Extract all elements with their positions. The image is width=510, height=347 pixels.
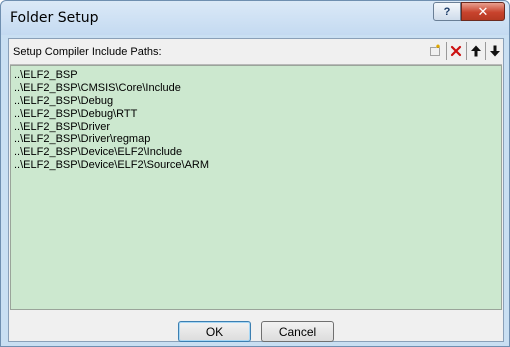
delete-icon[interactable] (446, 42, 464, 60)
folder-setup-dialog: Folder Setup ? ✕ Setup Compiler Include … (0, 0, 510, 347)
title-bar[interactable]: Folder Setup ? ✕ (1, 1, 509, 35)
dialog-client-area: Setup Compiler Include Paths: ..\ELF2_BS… (8, 38, 504, 342)
list-item[interactable]: ..\ELF2_BSP\Device\ELF2\Source\ARM (11, 159, 501, 172)
window-title: Folder Setup (10, 10, 99, 26)
new-folder-icon[interactable] (426, 42, 444, 60)
cancel-button[interactable]: Cancel (261, 321, 334, 342)
list-item[interactable]: ..\ELF2_BSP\CMSIS\Core\Include (11, 82, 501, 95)
button-bar: OK Cancel (9, 311, 503, 342)
list-item[interactable]: ..\ELF2_BSP (11, 69, 501, 82)
include-paths-list[interactable]: ..\ELF2_BSP ..\ELF2_BSP\CMSIS\Core\Inclu… (10, 65, 502, 310)
list-item[interactable]: ..\ELF2_BSP\Driver (11, 121, 501, 134)
ok-button[interactable]: OK (178, 321, 251, 342)
list-header: Setup Compiler Include Paths: (10, 40, 502, 65)
close-button[interactable]: ✕ (461, 2, 505, 21)
list-item[interactable]: ..\ELF2_BSP\Device\ELF2\Include (11, 146, 501, 159)
list-item[interactable]: ..\ELF2_BSP\Driver\regmap (11, 133, 501, 146)
list-item[interactable]: ..\ELF2_BSP\Debug (11, 95, 501, 108)
list-item[interactable]: ..\ELF2_BSP\Debug\RTT (11, 108, 501, 121)
move-down-icon[interactable] (485, 42, 503, 60)
list-header-label: Setup Compiler Include Paths: (13, 46, 162, 58)
help-button[interactable]: ? (433, 2, 461, 21)
move-up-icon[interactable] (466, 42, 484, 60)
